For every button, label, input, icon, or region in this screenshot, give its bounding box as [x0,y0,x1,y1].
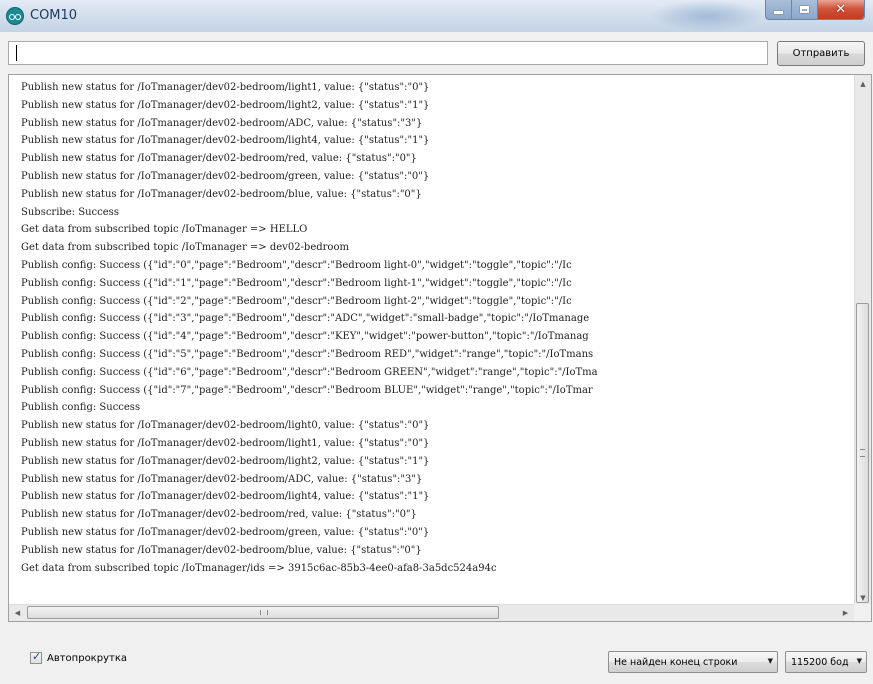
close-icon: ✕ [835,2,847,17]
output-line: Publish new status for /IoTmanager/dev02… [21,437,430,449]
grip-icon [860,449,865,457]
output-line: Publish new status for /IoTmanager/dev02… [21,455,430,467]
output-line: Publish new status for /IoTmanager/dev02… [21,420,430,432]
output-line: Subscribe: Success [21,206,119,218]
output-line: Publish new status for /IoTmanager/dev02… [21,117,423,129]
autoscroll-toggle[interactable]: ✓ Автопрокрутка [30,650,127,664]
output-line: Publish new status for /IoTmanager/dev02… [21,526,430,538]
close-button[interactable]: ✕ [817,0,865,19]
line-ending-value: Не найден конец строки [614,656,738,668]
output-line: Publish new status for /IoTmanager/dev02… [21,135,430,147]
text-cursor [16,45,17,61]
output-line: Publish config: Success ({"id":"6","page… [21,366,598,378]
output-line: Publish config: Success ({"id":"2","page… [21,295,572,307]
status-bar: ✓ Автопрокрутка Не найден конец строки ▼… [0,640,873,684]
title-bar-glare [650,0,765,32]
output-line: Publish new status for /IoTmanager/dev02… [21,491,430,503]
output-line: Publish new status for /IoTmanager/dev02… [21,188,422,200]
output-line: Get data from subscribed topic /IoTmanag… [21,242,349,254]
vertical-scrollbar[interactable]: ▲ ▼ [854,75,871,606]
vertical-scroll-thumb[interactable] [856,303,869,603]
serial-output-text: Publish new status for /IoTmanager/dev02… [21,79,853,609]
arduino-icon [6,7,24,25]
scrollbar-corner [854,604,871,621]
output-line: Publish config: Success ({"id":"4","page… [21,331,589,343]
output-line: Get data from subscribed topic /IoTmanag… [21,562,497,574]
scroll-up-icon[interactable]: ▲ [855,75,871,92]
output-line: Publish new status for /IoTmanager/dev02… [21,473,423,485]
horizontal-scrollbar[interactable]: ◀ ▶ [9,604,854,621]
horizontal-scroll-thumb[interactable] [27,606,499,619]
chevron-down-icon: ▼ [767,657,773,665]
send-input[interactable] [8,41,768,65]
maximize-button[interactable] [792,0,818,19]
chevron-down-icon: ▼ [856,657,862,665]
window-title: COM10 [30,8,78,23]
scroll-left-icon[interactable]: ◀ [9,605,26,621]
title-bar[interactable]: COM10 ✕ [0,0,873,32]
output-line: Publish config: Success ({"id":"7","page… [21,384,593,396]
scroll-right-icon[interactable]: ▶ [837,605,854,621]
autoscroll-checkbox[interactable]: ✓ [30,650,42,664]
checkmark-icon: ✓ [32,650,42,663]
output-line: Publish config: Success ({"id":"3","page… [21,313,590,325]
window-controls: ✕ [765,0,865,20]
minimize-button[interactable] [766,0,792,19]
output-line: Publish config: Success [21,402,141,414]
maximize-icon [799,6,809,13]
serial-monitor-window: COM10 ✕ Отправить Publish new status for… [0,0,873,684]
grip-icon [260,610,268,615]
minimize-icon [773,11,783,14]
output-line: Publish config: Success ({"id":"1","page… [21,277,572,289]
autoscroll-label: Автопрокрутка [47,652,127,664]
output-line: Publish new status for /IoTmanager/dev02… [21,544,422,556]
baud-rate-value: 115200 бод [791,656,849,668]
output-line: Publish new status for /IoTmanager/dev02… [21,509,417,521]
output-line: Publish new status for /IoTmanager/dev02… [21,82,430,93]
output-line: Get data from subscribed topic /IoTmanag… [21,224,308,236]
baud-rate-select[interactable]: 115200 бод ▼ [785,651,867,673]
output-line: Publish config: Success ({"id":"0","page… [21,259,572,271]
output-line: Publish new status for /IoTmanager/dev02… [21,99,430,111]
send-row: Отправить [0,32,873,74]
output-line: Publish config: Success ({"id":"5","page… [21,348,594,360]
output-line: Publish new status for /IoTmanager/dev02… [21,170,430,182]
line-ending-select[interactable]: Не найден конец строки ▼ [608,651,778,673]
output-line: Publish new status for /IoTmanager/dev02… [21,153,417,165]
send-button[interactable]: Отправить [777,41,865,66]
serial-output-area[interactable]: Publish new status for /IoTmanager/dev02… [8,74,872,622]
